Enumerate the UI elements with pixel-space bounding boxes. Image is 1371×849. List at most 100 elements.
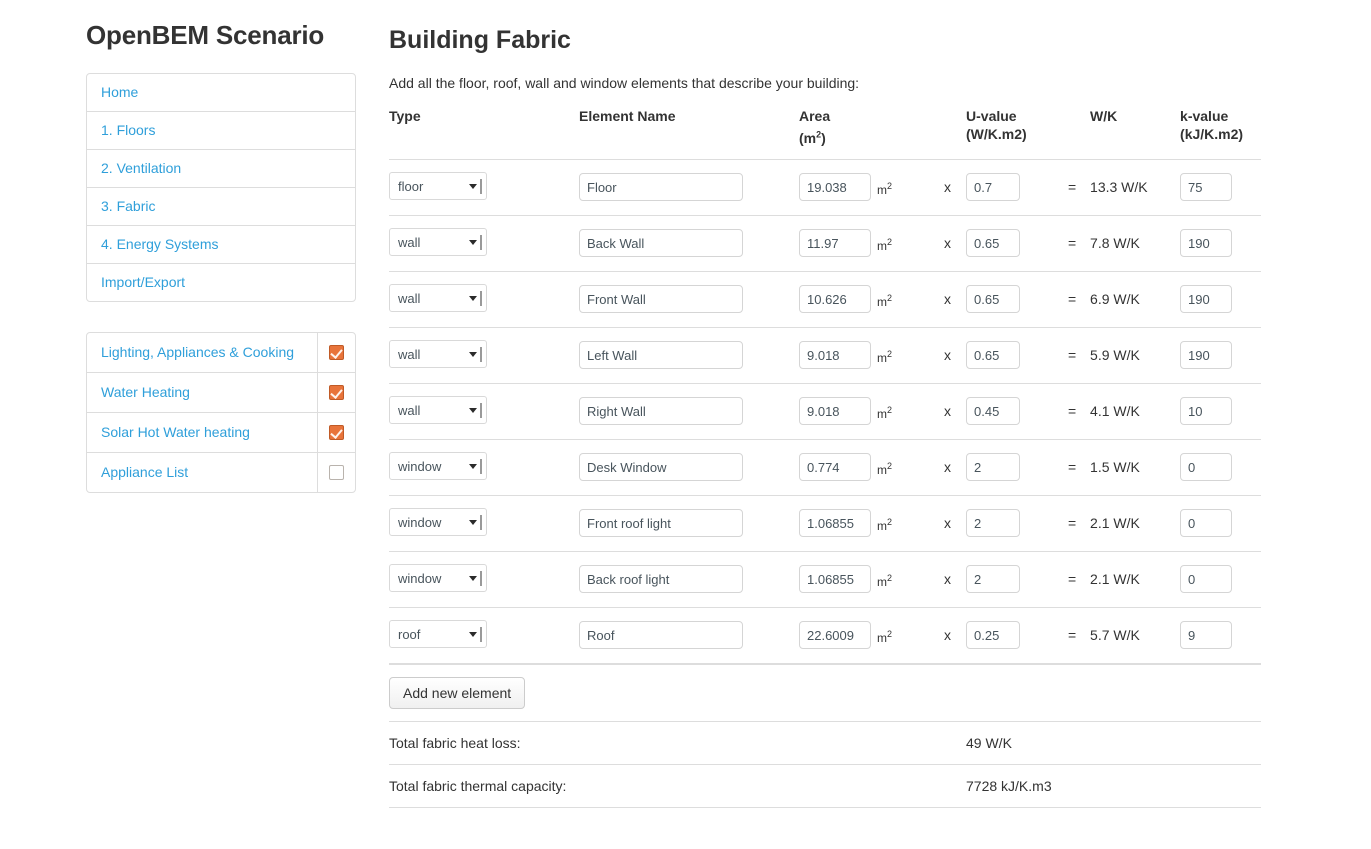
element-name-input[interactable]: [579, 173, 743, 202]
checkbox-checked-icon[interactable]: [329, 425, 344, 440]
add-new-element-button[interactable]: Add new element: [389, 676, 526, 709]
uvalue-input[interactable]: [966, 341, 1021, 370]
kvalue-input[interactable]: [1180, 229, 1233, 258]
element-type-select[interactable]: wall: [389, 227, 487, 256]
cell-multiply-operator: x: [944, 327, 967, 384]
checkbox-checked-icon[interactable]: [329, 385, 344, 400]
area-input[interactable]: [799, 229, 871, 258]
sidebar-nav-item[interactable]: Home: [87, 74, 355, 112]
kvalue-input[interactable]: [1180, 173, 1233, 202]
cell-uvalue: [966, 383, 1069, 440]
sidebar-module-label-cell[interactable]: Lighting, Appliances & Cooking: [87, 333, 317, 372]
area-input[interactable]: [799, 285, 871, 314]
area-input[interactable]: [799, 173, 871, 202]
element-name-input[interactable]: [579, 285, 743, 314]
element-type-select[interactable]: window: [389, 451, 487, 480]
uvalue-input[interactable]: [966, 621, 1021, 650]
element-type-select[interactable]: roof: [389, 619, 487, 648]
multiply-operator-label: x: [944, 403, 951, 420]
equals-operator-label: =: [1068, 347, 1077, 364]
kvalue-input[interactable]: [1180, 565, 1233, 594]
sidebar-module-checkbox-cell[interactable]: [317, 333, 355, 372]
sidebar-module-link[interactable]: Lighting, Appliances & Cooking: [101, 344, 294, 360]
sidebar-module-item[interactable]: Solar Hot Water heating: [87, 413, 355, 453]
sidebar-nav-link[interactable]: Import/Export: [101, 274, 185, 291]
sidebar-module-item[interactable]: Lighting, Appliances & Cooking: [87, 333, 355, 373]
cell-multiply-operator: x: [944, 439, 967, 496]
area-input[interactable]: [799, 453, 871, 482]
sidebar-nav-item[interactable]: 4. Energy Systems: [87, 226, 355, 264]
sidebar-nav-link[interactable]: 2. Ventilation: [101, 160, 181, 177]
element-name-input[interactable]: [579, 229, 743, 258]
kvalue-input[interactable]: [1180, 509, 1233, 538]
cell-kvalue: [1180, 159, 1262, 216]
equals-operator-label: =: [1068, 179, 1077, 196]
cell-element-name: [579, 551, 799, 608]
uvalue-input[interactable]: [966, 229, 1021, 258]
element-type-select[interactable]: floor: [389, 171, 487, 200]
uvalue-input[interactable]: [966, 173, 1021, 202]
cell-wk-result: 7.8 W/K: [1090, 215, 1181, 272]
cell-multiply-operator: x: [944, 551, 967, 608]
sidebar-nav-item[interactable]: 3. Fabric: [87, 188, 355, 226]
totals-label: Total fabric heat loss:: [389, 721, 966, 765]
sidebar-module-checkbox-cell[interactable]: [317, 453, 355, 492]
sidebar-module-checkbox-cell[interactable]: [317, 413, 355, 452]
totals-table: Total fabric heat loss: 49 W/K Total fabri…: [389, 721, 1261, 808]
sidebar-nav-link[interactable]: 1. Floors: [101, 122, 155, 139]
sidebar-nav-item[interactable]: Import/Export: [87, 264, 355, 301]
element-name-input[interactable]: [579, 509, 743, 538]
element-type-select[interactable]: window: [389, 507, 487, 536]
page-root: OpenBEM Scenario Home 1. Floors 2. Ventila…: [0, 0, 1371, 849]
area-input[interactable]: [799, 565, 871, 594]
area-input[interactable]: [799, 509, 871, 538]
kvalue-input[interactable]: [1180, 397, 1233, 426]
checkbox-unchecked-icon[interactable]: [329, 465, 344, 480]
element-name-input[interactable]: [579, 565, 743, 594]
sidebar-nav-link[interactable]: 3. Fabric: [101, 198, 155, 215]
sidebar-module-checkbox-cell[interactable]: [317, 373, 355, 412]
sidebar-module-link[interactable]: Solar Hot Water heating: [101, 424, 250, 440]
sidebar-nav-link[interactable]: 4. Energy Systems: [101, 236, 219, 253]
kvalue-input[interactable]: [1180, 621, 1233, 650]
cell-multiply-operator: x: [944, 607, 967, 665]
element-name-input[interactable]: [579, 453, 743, 482]
sidebar-module-item[interactable]: Appliance List: [87, 453, 355, 492]
element-type-select[interactable]: wall: [389, 395, 487, 424]
kvalue-input[interactable]: [1180, 285, 1233, 314]
sidebar-module-label-cell[interactable]: Solar Hot Water heating: [87, 413, 317, 452]
sidebar-module-link[interactable]: Water Heating: [101, 384, 190, 400]
cell-uvalue: [966, 439, 1069, 496]
element-name-input[interactable]: [579, 621, 743, 650]
element-name-input[interactable]: [579, 341, 743, 370]
area-input[interactable]: [799, 341, 871, 370]
uvalue-input[interactable]: [966, 285, 1021, 314]
element-name-input[interactable]: [579, 397, 743, 426]
column-header-area-label: Area: [799, 108, 831, 124]
sidebar-nav-link[interactable]: Home: [101, 84, 138, 101]
cell-type: wall: [389, 383, 579, 440]
element-type-select[interactable]: wall: [389, 339, 487, 368]
sidebar-module-item[interactable]: Water Heating: [87, 373, 355, 413]
column-header-area: Area (m2): [799, 107, 967, 160]
kvalue-input[interactable]: [1180, 341, 1233, 370]
uvalue-input[interactable]: [966, 453, 1021, 482]
area-input[interactable]: [799, 621, 871, 650]
sidebar-nav-item[interactable]: 1. Floors: [87, 112, 355, 150]
sidebar-nav-item[interactable]: 2. Ventilation: [87, 150, 355, 188]
uvalue-input[interactable]: [966, 565, 1021, 594]
element-type-select[interactable]: window: [389, 563, 487, 592]
area-input[interactable]: [799, 397, 871, 426]
uvalue-input[interactable]: [966, 397, 1021, 426]
sidebar-module-label-cell[interactable]: Appliance List: [87, 453, 317, 492]
sidebar-module-label-cell[interactable]: Water Heating: [87, 373, 317, 412]
kvalue-input[interactable]: [1180, 453, 1233, 482]
cell-area: m2: [799, 271, 944, 328]
element-type-select[interactable]: wall: [389, 283, 487, 312]
element-type-select-value: window: [398, 514, 442, 530]
sidebar-module-link[interactable]: Appliance List: [101, 464, 188, 480]
cell-kvalue: [1180, 439, 1262, 496]
cell-area: m2: [799, 215, 944, 272]
uvalue-input[interactable]: [966, 509, 1021, 538]
checkbox-checked-icon[interactable]: [329, 345, 344, 360]
